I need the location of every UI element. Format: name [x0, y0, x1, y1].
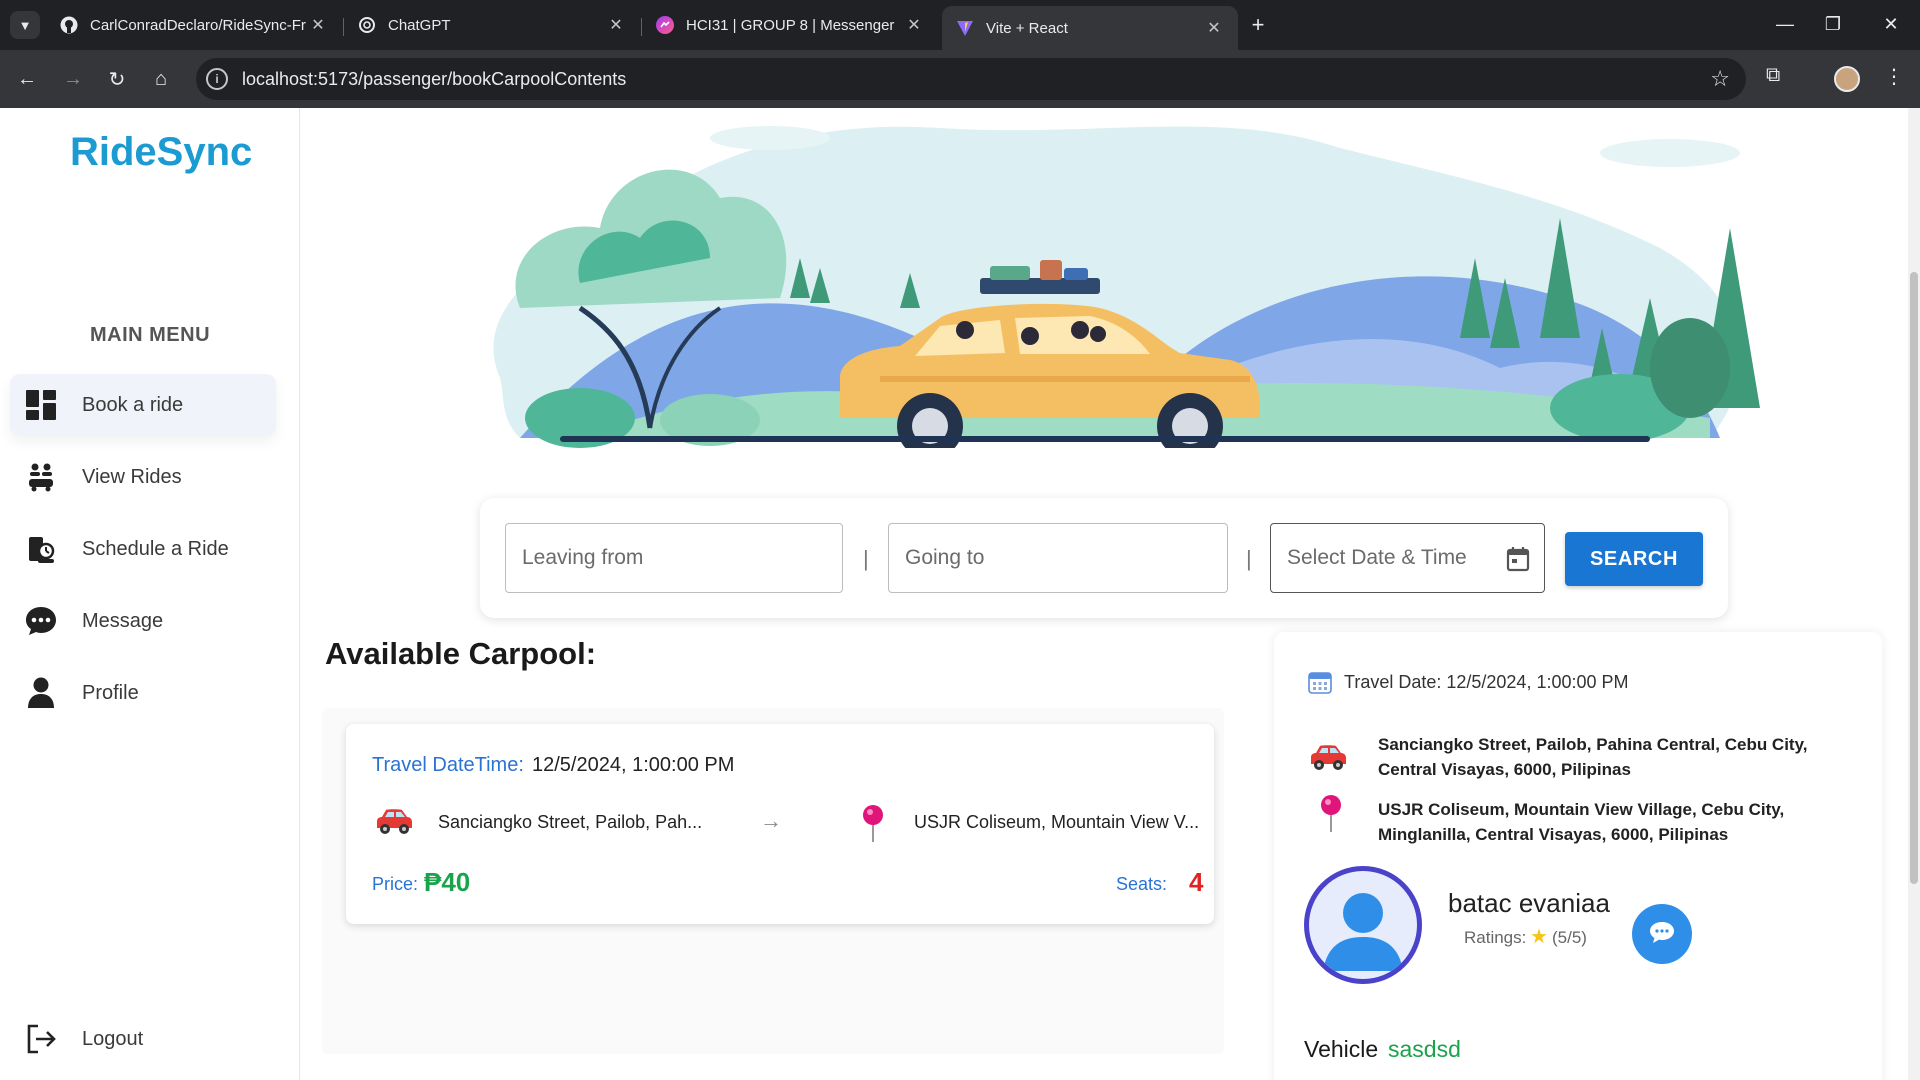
browser-toolbar: ← → ↻ ⌂ i localhost:5173/passenger/bookC… — [0, 50, 1920, 108]
window-close-button[interactable]: ✕ — [1868, 10, 1914, 38]
extensions-icon[interactable]: ⧉ — [1766, 64, 1780, 87]
close-icon[interactable]: ✕ — [308, 15, 328, 35]
price-label: Price: — [372, 874, 419, 894]
browser-tab-chatgpt[interactable]: ChatGPT ✕ — [344, 6, 640, 44]
close-icon[interactable]: ✕ — [904, 15, 924, 35]
forward-arrow-icon[interactable]: → — [58, 64, 88, 94]
car-icon — [1308, 742, 1348, 777]
tab-title: CarlConradDeclaro/RideSync-Fr — [90, 16, 306, 34]
search-button[interactable]: SEARCH — [1565, 532, 1703, 586]
travel-date: Travel Date: 12/5/2024, 1:00:00 PM — [1344, 672, 1629, 692]
going-to-input[interactable]: Going to — [888, 523, 1228, 593]
profile-avatar[interactable] — [1834, 66, 1860, 92]
vite-icon — [956, 19, 974, 37]
schedule-icon — [24, 532, 58, 566]
carpool-card[interactable]: Travel DateTime: 12/5/2024, 1:00:00 PM S… — [346, 724, 1214, 924]
github-icon — [60, 16, 78, 34]
sidebar-item-label: Profile — [82, 681, 139, 704]
sidebar-item-message[interactable]: Message — [10, 590, 276, 652]
sidebar-item-label: Book a ride — [82, 393, 184, 416]
location-pin-icon — [1320, 794, 1342, 839]
date-time-placeholder: Select Date & Time — [1287, 546, 1467, 569]
new-tab-button[interactable]: + — [1245, 12, 1271, 38]
ride-detail-panel: Travel Date: 12/5/2024, 1:00:00 PM Sanci… — [1274, 632, 1882, 1080]
search-bar-card: Leaving from | Going to | Select Date & … — [480, 498, 1728, 618]
browser-tab-bar: ▼ CarlConradDeclaro/RideSync-Fr ✕ ChatGP… — [0, 0, 1920, 50]
user-icon — [24, 676, 58, 710]
chatgpt-icon — [358, 16, 376, 34]
location-pin-icon — [862, 804, 884, 849]
sidebar-item-logout[interactable]: Logout — [10, 1008, 276, 1070]
messenger-icon — [656, 16, 674, 34]
logout-label: Logout — [82, 1027, 144, 1050]
destination-address: USJR Coliseum, Mountain View V... — [914, 812, 1200, 832]
tab-title: ChatGPT — [388, 16, 451, 34]
travel-datetime-value: 12/5/2024, 1:00:00 PM — [532, 754, 735, 776]
home-icon[interactable]: ⌂ — [146, 64, 176, 94]
dashboard-icon — [24, 388, 58, 422]
travel-datetime-label: Travel DateTime: — [372, 754, 524, 776]
driver-name: batac evaniaa — [1448, 888, 1610, 918]
sidebar-item-schedule-a-ride[interactable]: Schedule a Ride — [10, 518, 276, 580]
field-separator: | — [863, 546, 869, 571]
minimize-button[interactable]: — — [1762, 10, 1808, 38]
calendar-icon — [1308, 670, 1332, 699]
sidebar-item-book-a-ride[interactable]: Book a ride — [10, 374, 276, 436]
date-time-picker[interactable]: Select Date & Time — [1270, 523, 1545, 593]
tab-title: Vite + React — [986, 19, 1068, 37]
browser-tab-messenger[interactable]: HCI31 | GROUP 8 | Messenger ✕ — [642, 6, 938, 44]
driver-avatar — [1304, 866, 1422, 984]
vehicle-value: sasdsd — [1388, 1036, 1461, 1062]
close-icon[interactable]: ✕ — [1204, 18, 1224, 38]
calendar-icon[interactable] — [1506, 546, 1530, 578]
main-content: Leaving from | Going to | Select Date & … — [300, 108, 1908, 1080]
seats-value: 4 — [1189, 867, 1204, 897]
vehicle-label: Vehicle — [1304, 1036, 1379, 1062]
origin-full-address: Sanciangko Street, Pailob, Pahina Centra… — [1378, 735, 1808, 779]
reload-icon[interactable]: ↻ — [102, 64, 132, 94]
site-info-icon[interactable]: i — [206, 68, 228, 90]
main-menu-title: MAIN MENU — [89, 324, 211, 346]
sidebar-item-label: Message — [82, 609, 164, 632]
tab-search-button[interactable]: ▼ — [10, 11, 40, 39]
page-scrollbar[interactable] — [1908, 108, 1920, 1080]
chat-bubble-icon — [1649, 920, 1675, 949]
arrow-right-icon: → — [760, 808, 782, 833]
restore-button[interactable]: ❐ — [1810, 10, 1856, 38]
bookmark-star-icon[interactable]: ☆ — [1710, 66, 1730, 92]
leaving-from-input[interactable]: Leaving from — [505, 523, 843, 593]
scrollbar-thumb[interactable] — [1910, 272, 1918, 884]
price-value: ₱40 — [424, 867, 471, 897]
sidebar-item-label: Schedule a Ride — [82, 537, 229, 560]
browser-tab-github[interactable]: CarlConradDeclaro/RideSync-Fr ✕ — [46, 6, 342, 44]
message-driver-button[interactable] — [1632, 904, 1692, 964]
browser-menu-icon[interactable]: ⋮ — [1884, 64, 1904, 89]
hero-car-illustration — [493, 126, 1760, 448]
chat-icon — [24, 604, 58, 638]
url-text[interactable]: localhost:5173/passenger/bookCarpoolCont… — [242, 69, 626, 90]
destination-full-address: USJR Coliseum, Mountain View Village, Ce… — [1378, 800, 1785, 844]
address-bar[interactable]: i localhost:5173/passenger/bookCarpoolCo… — [196, 58, 1746, 100]
browser-tab-vite[interactable]: Vite + React ✕ — [942, 6, 1238, 50]
back-arrow-icon[interactable]: ← — [12, 64, 42, 94]
origin-address: Sanciangko Street, Pailob, Pah... — [438, 812, 703, 832]
car-icon — [374, 806, 414, 841]
close-icon[interactable]: ✕ — [606, 15, 626, 35]
available-carpool-heading: Available Carpool: — [325, 636, 597, 671]
logout-icon — [24, 1022, 58, 1056]
ratings-label: Ratings: — [1464, 928, 1527, 947]
sidebar: RideSync MAIN MENU Book a ride View Ride… — [0, 108, 300, 1080]
tab-title: HCI31 | GROUP 8 | Messenger — [686, 16, 895, 34]
sidebar-item-profile[interactable]: Profile — [10, 662, 276, 724]
people-car-icon — [24, 460, 58, 494]
ratings-value: (5/5) — [1552, 928, 1587, 947]
seats-label: Seats: — [1116, 874, 1168, 894]
field-separator: | — [1246, 546, 1252, 571]
star-icon: ★ — [1530, 926, 1548, 948]
sidebar-item-view-rides[interactable]: View Rides — [10, 446, 276, 508]
sidebar-item-label: View Rides — [82, 465, 182, 488]
brand-logo[interactable]: RideSync — [70, 130, 252, 175]
